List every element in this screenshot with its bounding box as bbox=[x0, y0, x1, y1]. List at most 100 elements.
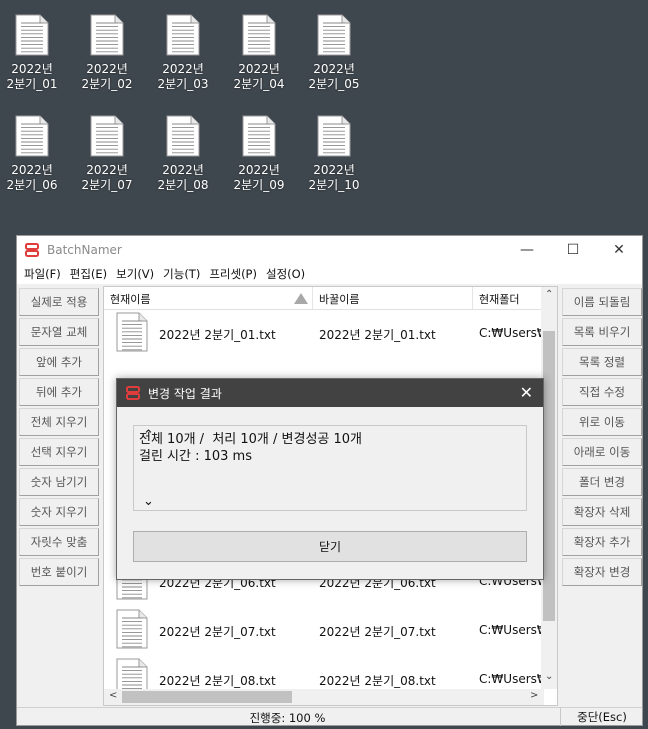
window-title: BatchNamer bbox=[47, 243, 122, 257]
right-button-9[interactable]: 확장자 변경 bbox=[562, 558, 642, 586]
left-button-8[interactable]: 자릿수 맞춤 bbox=[19, 528, 99, 556]
sort-ascending-icon bbox=[294, 293, 308, 304]
text-file-icon bbox=[90, 14, 124, 56]
desktop-file-icon[interactable]: 2022년 2분기_04 bbox=[227, 14, 291, 92]
right-button-7[interactable]: 확장자 삭제 bbox=[562, 498, 642, 526]
right-button-5[interactable]: 아래로 이동 bbox=[562, 438, 642, 466]
column-current-name[interactable]: 현재이름 bbox=[110, 291, 150, 307]
desktop-file-icon[interactable]: 2022년 2분기_10 bbox=[302, 115, 366, 193]
list-row[interactable]: 2022년 2분기_07.txt 2022년 2분기_07.txt C:₩Use… bbox=[104, 607, 549, 653]
close-button[interactable]: ✕ bbox=[596, 236, 642, 264]
scroll-down-icon[interactable]: ⌄ bbox=[143, 494, 154, 509]
result-dialog: 변경 작업 결과 ✕ 전체 10개 / 처리 10개 / 변경성공 10개 걸린… bbox=[116, 378, 544, 580]
file-label: 2022년 2분기_05 bbox=[308, 62, 360, 91]
column-new-name[interactable]: 바꿀이름 bbox=[319, 291, 359, 307]
desktop-file-icon[interactable]: 2022년 2분기_02 bbox=[75, 14, 139, 92]
left-button-5[interactable]: 선택 지우기 bbox=[19, 438, 99, 466]
file-label: 2022년 2분기_01 bbox=[6, 62, 58, 91]
menu-edit[interactable]: 편집(E) bbox=[70, 266, 107, 282]
right-button-4[interactable]: 위로 이동 bbox=[562, 408, 642, 436]
file-label: 2022년 2분기_04 bbox=[233, 62, 285, 91]
folder-cell: C:₩Users₩ bbox=[479, 672, 549, 686]
file-label: 2022년 2분기_10 bbox=[308, 163, 360, 192]
menu-file[interactable]: 파일(F) bbox=[24, 266, 61, 282]
left-button-0[interactable]: 실제로 적용 bbox=[19, 288, 99, 316]
new-name-cell: 2022년 2분기_01.txt bbox=[319, 328, 436, 342]
dialog-title: 변경 작업 결과 bbox=[148, 386, 222, 401]
current-name-cell: 2022년 2분기_08.txt bbox=[159, 674, 276, 688]
left-button-7[interactable]: 숫자 지우기 bbox=[19, 498, 99, 526]
result-textbox[interactable]: 전체 10개 / 처리 10개 / 변경성공 10개 걸린 시간 : 103 m… bbox=[133, 425, 527, 511]
desktop-file-icon[interactable]: 2022년 2분기_01 bbox=[0, 14, 64, 92]
hscroll-thumb[interactable] bbox=[122, 691, 292, 703]
dialog-close-action-button[interactable]: 닫기 bbox=[133, 531, 527, 562]
menu-view[interactable]: 보기(V) bbox=[116, 266, 154, 282]
folder-cell: C:₩Users₩ bbox=[479, 326, 549, 340]
file-label: 2022년 2분기_07 bbox=[81, 163, 133, 192]
right-button-1[interactable]: 목록 비우기 bbox=[562, 318, 642, 346]
stop-button[interactable]: 중단(Esc) bbox=[560, 708, 643, 726]
text-file-icon bbox=[15, 14, 49, 56]
current-name-cell: 2022년 2분기_07.txt bbox=[159, 625, 276, 639]
text-file-icon bbox=[15, 115, 49, 157]
scroll-thumb[interactable] bbox=[543, 331, 555, 621]
left-button-4[interactable]: 전체 지우기 bbox=[19, 408, 99, 436]
desktop-file-icon[interactable]: 2022년 2분기_08 bbox=[151, 115, 215, 193]
menu-presets[interactable]: 프리셋(P) bbox=[209, 266, 257, 282]
scroll-left-icon[interactable]: < bbox=[109, 690, 117, 701]
left-button-9[interactable]: 번호 붙이기 bbox=[19, 558, 99, 586]
desktop-file-icon[interactable]: 2022년 2분기_03 bbox=[151, 14, 215, 92]
right-button-8[interactable]: 확장자 추가 bbox=[562, 528, 642, 556]
desktop-file-icon[interactable]: 2022년 2분기_06 bbox=[0, 115, 64, 193]
left-button-1[interactable]: 문자열 교체 bbox=[19, 318, 99, 346]
right-button-panel: 이름 되돌림 목록 비우기 목록 정렬 직접 수정 위로 이동 아래로 이동 폴더 변경 확장… bbox=[560, 286, 644, 588]
file-label: 2022년 2분기_08 bbox=[157, 163, 209, 192]
text-file-icon bbox=[242, 115, 276, 157]
desktop-file-icon[interactable]: 2022년 2분기_05 bbox=[302, 14, 366, 92]
app-logo-icon bbox=[25, 243, 39, 257]
minimize-button[interactable]: — bbox=[504, 236, 550, 264]
menu-tools[interactable]: 기능(T) bbox=[163, 266, 200, 282]
right-button-6[interactable]: 폴더 변경 bbox=[562, 468, 642, 496]
scroll-up-icon[interactable]: ⌃ bbox=[545, 289, 553, 300]
horizontal-scrollbar[interactable]: < > bbox=[104, 689, 544, 705]
menu-bar: 파일(F) 편집(E) 보기(V) 기능(T) 프리셋(P) 설정(O) bbox=[17, 264, 642, 284]
text-file-icon bbox=[317, 115, 351, 157]
new-name-cell: 2022년 2분기_07.txt bbox=[319, 625, 436, 639]
text-file-icon bbox=[116, 609, 148, 652]
list-header: 현재이름 바꿀이름 현재폴더 bbox=[104, 287, 557, 310]
text-file-icon bbox=[166, 115, 200, 157]
file-label: 2022년 2분기_03 bbox=[157, 62, 209, 91]
left-button-2[interactable]: 앞에 추가 bbox=[19, 348, 99, 376]
text-file-icon bbox=[242, 14, 276, 56]
left-button-6[interactable]: 숫자 남기기 bbox=[19, 468, 99, 496]
right-button-2[interactable]: 목록 정렬 bbox=[562, 348, 642, 376]
menu-settings[interactable]: 설정(O) bbox=[266, 266, 305, 282]
scroll-up-icon[interactable]: ⌃ bbox=[143, 428, 154, 443]
current-name-cell: 2022년 2분기_01.txt bbox=[159, 328, 276, 342]
file-label: 2022년 2분기_09 bbox=[233, 163, 285, 192]
maximize-button[interactable]: ☐ bbox=[550, 236, 596, 264]
progress-text: 진행중: 100 % bbox=[249, 711, 326, 725]
scroll-down-icon[interactable]: ⌄ bbox=[545, 671, 553, 682]
text-file-icon bbox=[166, 14, 200, 56]
desktop-file-icon[interactable]: 2022년 2분기_07 bbox=[75, 115, 139, 193]
app-logo-icon bbox=[126, 386, 140, 400]
column-folder[interactable]: 현재폴더 bbox=[479, 291, 519, 307]
file-label: 2022년 2분기_06 bbox=[6, 163, 58, 192]
text-file-icon bbox=[90, 115, 124, 157]
right-button-0[interactable]: 이름 되돌림 bbox=[562, 288, 642, 316]
title-bar[interactable]: BatchNamer — ☐ ✕ bbox=[17, 236, 642, 264]
text-file-icon bbox=[116, 312, 148, 355]
text-file-icon bbox=[317, 14, 351, 56]
right-button-3[interactable]: 직접 수정 bbox=[562, 378, 642, 406]
dialog-close-button[interactable]: ✕ bbox=[520, 383, 533, 402]
list-row[interactable]: 2022년 2분기_01.txt 2022년 2분기_01.txt C:₩Use… bbox=[104, 310, 549, 356]
file-label: 2022년 2분기_02 bbox=[81, 62, 133, 91]
textbox-scrollbar[interactable]: ⌃ ⌄ bbox=[139, 426, 155, 510]
dialog-title-bar[interactable]: 변경 작업 결과 ✕ bbox=[117, 379, 543, 407]
scroll-right-icon[interactable]: > bbox=[530, 690, 538, 701]
left-button-3[interactable]: 뒤에 추가 bbox=[19, 378, 99, 406]
status-bar: 진행중: 100 % 중단(Esc) bbox=[17, 707, 642, 726]
desktop-file-icon[interactable]: 2022년 2분기_09 bbox=[227, 115, 291, 193]
